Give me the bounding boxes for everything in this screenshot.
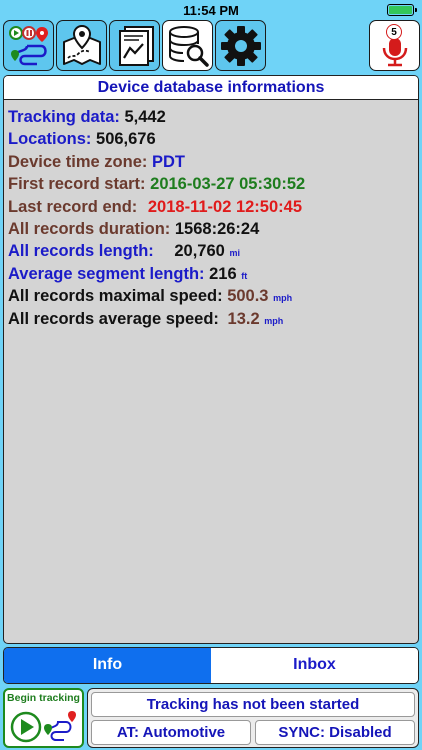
info-label: Last record end:	[8, 197, 138, 216]
battery-icon	[387, 4, 417, 16]
play-route-icon	[10, 711, 76, 743]
activity-type-button[interactable]: AT: Automotive	[91, 720, 251, 745]
info-value: PDT	[151, 152, 185, 171]
reports-button[interactable]	[109, 20, 160, 71]
info-unit: ft	[241, 270, 248, 281]
info-label: All records duration:	[8, 219, 171, 238]
info-label: All records average speed:	[8, 309, 219, 328]
info-unit: mph	[273, 293, 293, 304]
info-label: Locations:	[8, 130, 92, 149]
info-value: 2018-11-02 12:50:45	[147, 197, 302, 216]
info-row-locations: Locations: 506,676	[8, 128, 418, 150]
info-row-avg-speed: All records average speed: 13.2 mph	[8, 308, 418, 330]
info-unit: mph	[264, 315, 284, 326]
toolbar: 5	[0, 20, 422, 72]
info-value: 2016-03-27 05:30:52	[150, 175, 306, 194]
map-button[interactable]	[56, 20, 107, 71]
info-value: 216	[209, 264, 237, 283]
info-label: First record start:	[8, 175, 146, 194]
voice-button[interactable]: 5	[369, 20, 420, 71]
info-row-tracking-data: Tracking data: 5,442	[8, 106, 418, 128]
info-row-avg-segment: Average segment length: 216 ft	[8, 263, 418, 285]
info-label: Tracking data:	[8, 108, 120, 126]
begin-tracking-label: Begin tracking	[7, 692, 80, 704]
info-value: 5,442	[124, 108, 166, 126]
info-row-length: All records length: 20,760 mi	[8, 240, 418, 262]
tracks-icon	[8, 25, 48, 65]
begin-tracking-button[interactable]: Begin tracking	[3, 688, 84, 748]
info-value: 506,676	[96, 130, 156, 149]
report-chart-icon	[118, 25, 154, 66]
tracking-status-text: Tracking has not been started	[91, 692, 415, 717]
info-label: All records length:	[8, 242, 154, 261]
info-label: All records maximal speed:	[8, 287, 223, 306]
voice-count-badge: 5	[386, 24, 402, 40]
status-bar: 11:54 PM	[0, 0, 422, 20]
tracks-button[interactable]	[3, 20, 54, 71]
database-info-panel: Device database informations Tracking da…	[3, 75, 419, 644]
info-value: 1568:26:24	[174, 219, 260, 238]
sync-status-button[interactable]: SYNC: Disabled	[255, 720, 415, 745]
info-value: 13.2	[227, 309, 260, 328]
settings-gear-icon	[220, 25, 261, 66]
tab-bar: Info Inbox	[3, 647, 419, 684]
tab-inbox[interactable]: Inbox	[211, 648, 418, 683]
map-route-icon	[62, 24, 101, 65]
tracking-status-box: Tracking has not been started AT: Automo…	[87, 688, 419, 748]
tab-info[interactable]: Info	[4, 648, 211, 683]
settings-button[interactable]	[215, 20, 266, 71]
panel-title: Device database informations	[4, 76, 418, 100]
info-value: 500.3	[227, 287, 269, 306]
info-unit: mi	[229, 248, 240, 259]
info-label: Average segment length:	[8, 264, 205, 283]
database-button[interactable]	[162, 20, 213, 71]
clock: 11:54 PM	[183, 2, 239, 18]
database-search-icon	[168, 25, 209, 67]
info-row-last-record: Last record end: 2018-11-02 12:50:45	[8, 196, 418, 218]
info-row-time-zone: Device time zone: PDT	[8, 151, 418, 173]
info-row-max-speed: All records maximal speed: 500.3 mph	[8, 285, 418, 307]
info-value: 20,760	[174, 242, 225, 261]
info-list: Tracking data: 5,442 Locations: 506,676 …	[4, 100, 418, 330]
info-label: Device time zone:	[8, 152, 148, 171]
info-row-duration: All records duration: 1568:26:24	[8, 218, 418, 240]
info-row-first-record: First record start: 2016-03-27 05:30:52	[8, 173, 418, 195]
